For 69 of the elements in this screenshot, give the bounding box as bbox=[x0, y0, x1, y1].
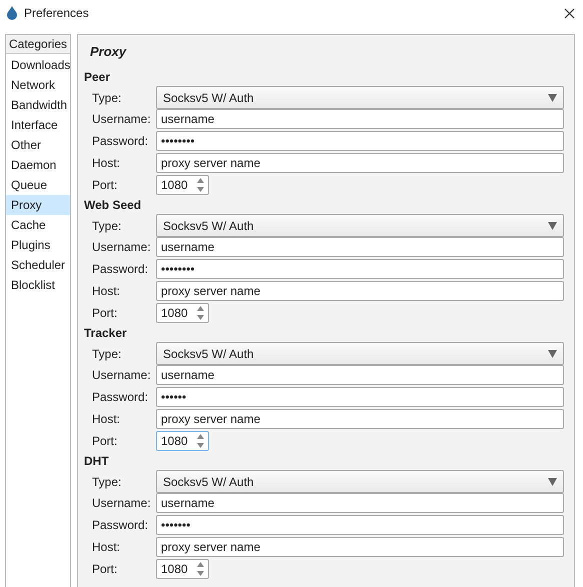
host-field[interactable]: proxy server name bbox=[156, 409, 564, 429]
port-field[interactable]: 1080 bbox=[156, 175, 209, 195]
password-field[interactable]: •••••••• bbox=[156, 259, 564, 279]
dropdown-arrow-icon bbox=[548, 350, 557, 358]
field-label: Password: bbox=[92, 390, 150, 404]
port-field[interactable]: 1080 bbox=[156, 431, 209, 451]
field-label: Password: bbox=[92, 134, 150, 148]
field-label: Type: bbox=[92, 218, 122, 232]
spinner-arrows-icon[interactable] bbox=[196, 177, 205, 193]
category-item[interactable]: Interface bbox=[6, 115, 70, 135]
section-title: DHT bbox=[84, 453, 110, 470]
username-field[interactable]: username bbox=[156, 109, 564, 129]
field-label: Host: bbox=[92, 412, 122, 426]
field-label: Port: bbox=[92, 434, 118, 448]
section-title: Peer bbox=[84, 69, 112, 86]
port-field[interactable]: 1080 bbox=[156, 559, 209, 579]
field-label: Port: bbox=[92, 562, 118, 576]
host-field[interactable]: proxy server name bbox=[156, 153, 564, 173]
field-label: Password: bbox=[92, 262, 150, 276]
type-dropdown[interactable]: Socksv5 W/ Auth bbox=[156, 86, 564, 109]
category-item[interactable]: Queue bbox=[6, 175, 70, 195]
category-item[interactable]: Daemon bbox=[6, 155, 70, 175]
field-label: Username: bbox=[92, 240, 152, 254]
password-field[interactable]: ••••••• bbox=[156, 515, 564, 535]
type-dropdown[interactable]: Socksv5 W/ Auth bbox=[156, 342, 564, 365]
category-item[interactable]: Proxy bbox=[6, 195, 70, 215]
field-label: Username: bbox=[92, 112, 152, 126]
port-field[interactable]: 1080 bbox=[156, 303, 209, 323]
password-field[interactable]: •••••• bbox=[156, 387, 564, 407]
dropdown-arrow-icon bbox=[548, 478, 557, 486]
field-label: Username: bbox=[92, 368, 152, 382]
spinner-arrows-icon[interactable] bbox=[196, 305, 205, 321]
field-label: Type: bbox=[92, 474, 122, 488]
host-field[interactable]: proxy server name bbox=[156, 281, 564, 301]
close-icon[interactable] bbox=[564, 8, 575, 18]
type-dropdown[interactable]: Socksv5 W/ Auth bbox=[156, 214, 564, 237]
category-item[interactable]: Bandwidth bbox=[6, 95, 70, 115]
dropdown-arrow-icon bbox=[548, 222, 557, 230]
category-item[interactable]: Scheduler bbox=[6, 255, 70, 275]
spinner-arrows-icon[interactable] bbox=[196, 561, 205, 577]
column-header: Categories bbox=[6, 35, 70, 54]
category-item[interactable]: Other bbox=[6, 135, 70, 155]
window-title: Preferences bbox=[24, 6, 90, 20]
field-label: Type: bbox=[92, 346, 122, 360]
page-title: Proxy bbox=[89, 43, 128, 61]
field-label: Host: bbox=[92, 284, 122, 298]
app-icon bbox=[6, 6, 18, 20]
category-item[interactable]: Cache bbox=[6, 215, 70, 235]
section-title: Web Seed bbox=[84, 197, 142, 214]
category-item[interactable]: Blocklist bbox=[6, 275, 70, 295]
field-label: Password: bbox=[92, 518, 150, 532]
section-title: Tracker bbox=[84, 325, 128, 342]
field-label: Host: bbox=[92, 540, 122, 554]
username-field[interactable]: username bbox=[156, 365, 564, 385]
type-dropdown[interactable]: Socksv5 W/ Auth bbox=[156, 470, 564, 493]
dropdown-arrow-icon bbox=[548, 94, 557, 102]
category-item[interactable]: Network bbox=[6, 75, 70, 95]
field-label: Host: bbox=[92, 156, 122, 170]
field-label: Type: bbox=[92, 90, 122, 104]
field-label: Port: bbox=[92, 178, 118, 192]
category-item[interactable]: Plugins bbox=[6, 235, 70, 255]
username-field[interactable]: username bbox=[156, 237, 564, 257]
password-field[interactable]: •••••••• bbox=[156, 131, 564, 151]
spinner-arrows-icon[interactable] bbox=[196, 433, 205, 449]
field-label: Port: bbox=[92, 306, 118, 320]
username-field[interactable]: username bbox=[156, 493, 564, 513]
host-field[interactable]: proxy server name bbox=[156, 537, 564, 557]
category-item[interactable]: Downloads bbox=[6, 55, 70, 75]
field-label: Username: bbox=[92, 496, 152, 510]
